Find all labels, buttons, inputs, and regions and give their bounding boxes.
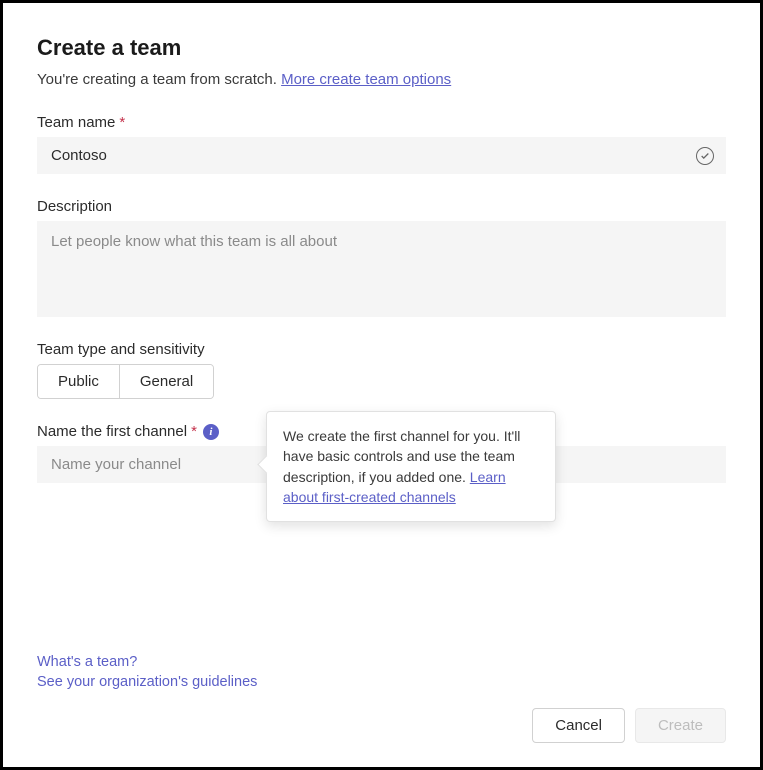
team-type-general-button[interactable]: General bbox=[119, 365, 213, 398]
footer-links: What's a team? See your organization's g… bbox=[37, 634, 726, 694]
more-options-link[interactable]: More create team options bbox=[281, 71, 451, 88]
dialog-buttons: Cancel Create bbox=[37, 708, 726, 743]
dialog-subtitle: You're creating a team from scratch. Mor… bbox=[37, 71, 726, 88]
team-name-input[interactable] bbox=[37, 137, 726, 174]
description-label: Description bbox=[37, 198, 726, 215]
create-button[interactable]: Create bbox=[635, 708, 726, 743]
first-channel-label: Name the first channel * bbox=[37, 423, 197, 440]
subtitle-text: You're creating a team from scratch. bbox=[37, 71, 281, 88]
dialog-title: Create a team bbox=[37, 35, 726, 61]
team-type-label: Team type and sensitivity bbox=[37, 341, 726, 358]
description-label-text: Description bbox=[37, 198, 112, 215]
team-type-selector: Public General bbox=[37, 364, 214, 399]
cancel-button[interactable]: Cancel bbox=[532, 708, 625, 743]
whats-a-team-link[interactable]: What's a team? bbox=[37, 654, 726, 670]
team-name-label-text: Team name bbox=[37, 114, 115, 131]
required-asterisk: * bbox=[191, 423, 197, 440]
required-asterisk: * bbox=[119, 114, 125, 131]
description-input[interactable] bbox=[37, 221, 726, 317]
team-type-label-text: Team type and sensitivity bbox=[37, 341, 205, 358]
team-type-public-button[interactable]: Public bbox=[38, 365, 119, 398]
team-name-label: Team name * bbox=[37, 114, 726, 131]
first-channel-tooltip: We create the first channel for you. It'… bbox=[266, 411, 556, 522]
guidelines-link[interactable]: See your organization's guidelines bbox=[37, 674, 726, 690]
first-channel-label-text: Name the first channel bbox=[37, 423, 187, 440]
info-icon[interactable]: i bbox=[203, 424, 219, 440]
check-circle-icon bbox=[696, 147, 714, 165]
